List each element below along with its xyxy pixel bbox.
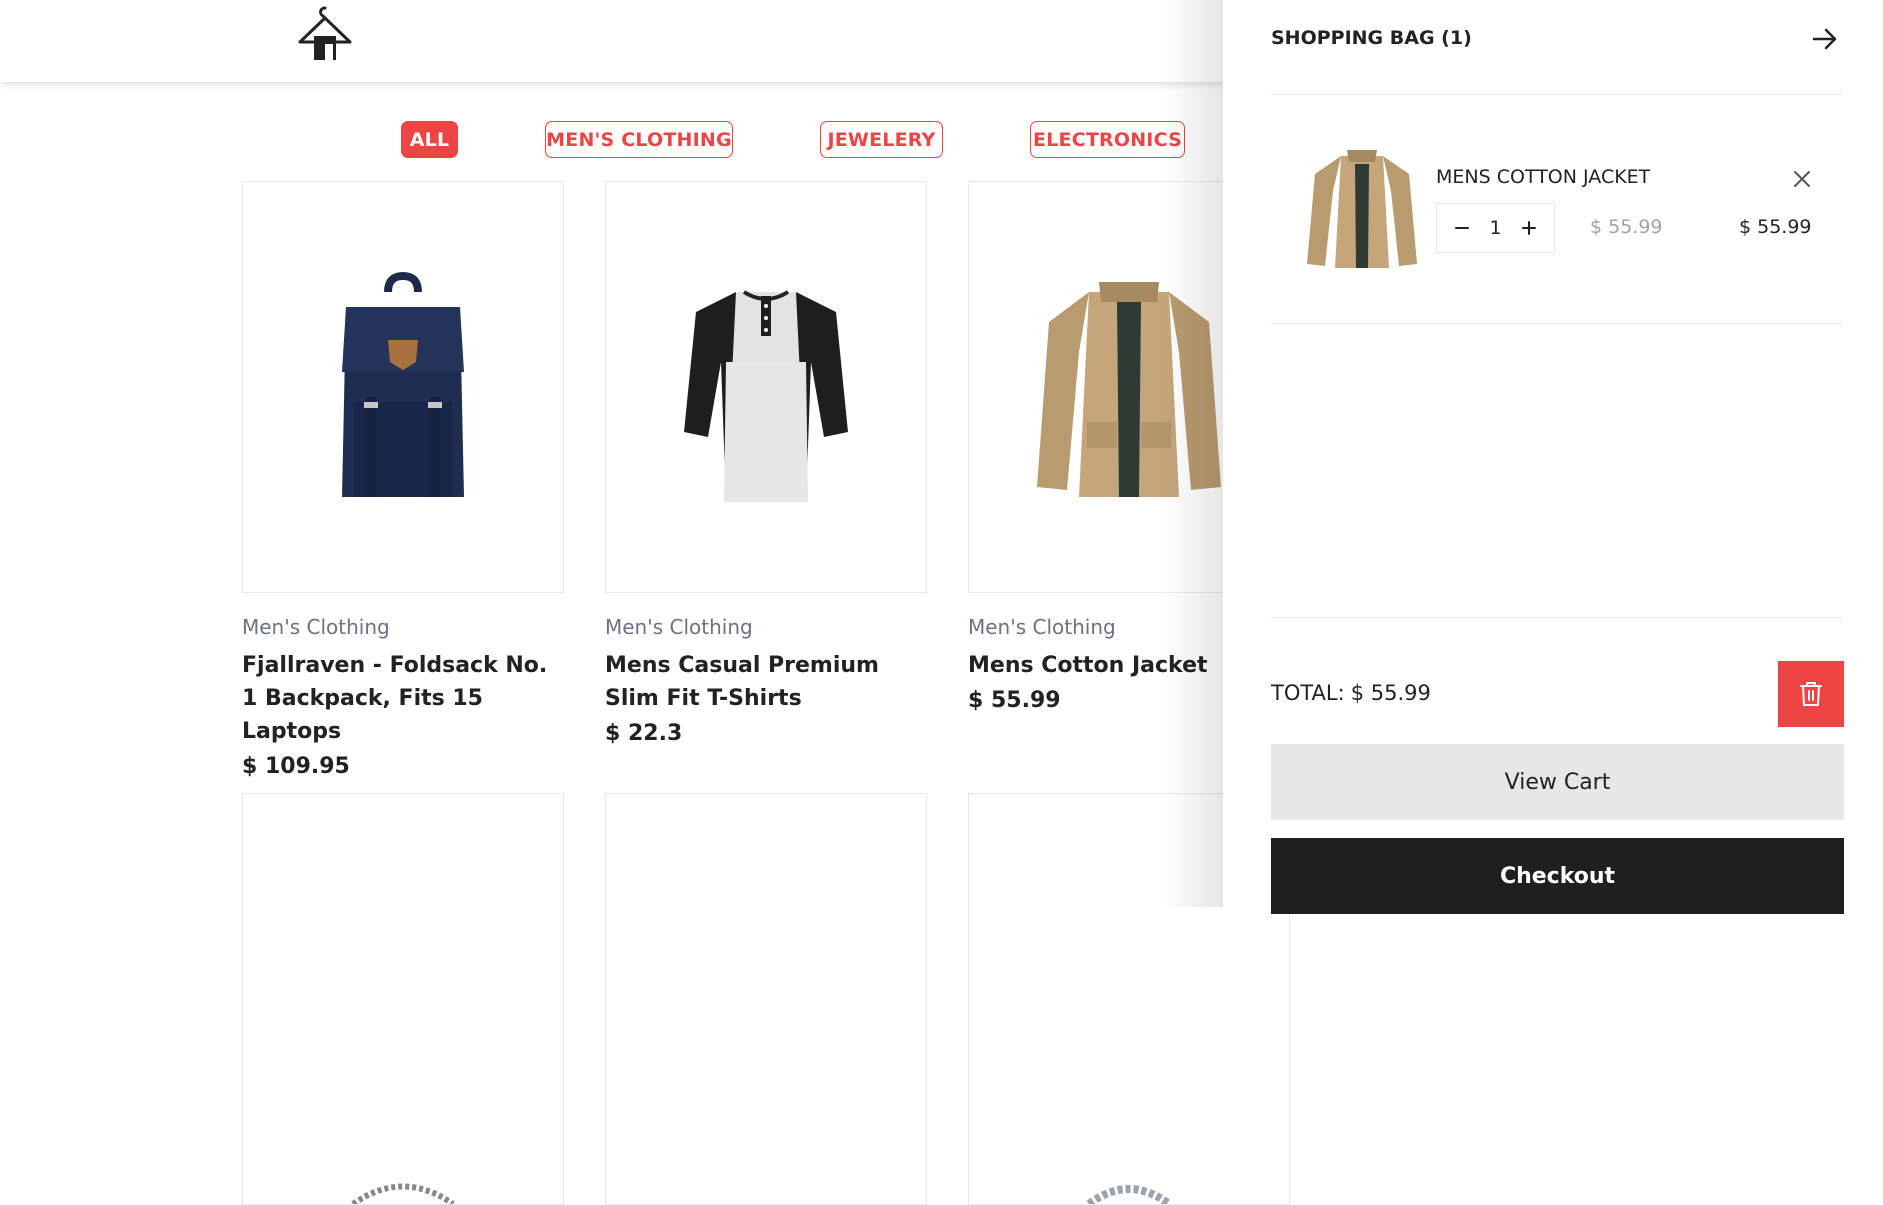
product-card[interactable] xyxy=(242,793,564,1205)
overlay-shadow xyxy=(1163,0,1223,907)
shopping-bag-panel: SHOPPING BAG (1) MENS COTTON JACKET 1 $ … xyxy=(1223,0,1883,914)
product-card[interactable] xyxy=(605,793,927,1205)
cart-item-unit-price: $ 55.99 xyxy=(1590,216,1663,238)
filter-mens-clothing[interactable]: MEN'S CLOTHING xyxy=(545,121,733,158)
filter-jewelery[interactable]: JEWELERY xyxy=(820,121,943,158)
filter-all[interactable]: ALL xyxy=(401,121,458,158)
shopping-bag-title: SHOPPING BAG (1) xyxy=(1271,27,1472,49)
checkout-button[interactable]: Checkout xyxy=(1271,838,1844,914)
cart-item-line-total: $ 55.99 xyxy=(1739,216,1812,238)
filter-electronics[interactable]: ELECTRONICS xyxy=(1030,121,1185,158)
clear-cart-button[interactable] xyxy=(1778,661,1844,727)
divider xyxy=(1271,323,1843,324)
minus-icon[interactable] xyxy=(1449,215,1475,241)
backpack-image[interactable] xyxy=(242,181,564,593)
total-label: TOTAL: xyxy=(1271,681,1345,705)
product-price: $ 22.3 xyxy=(605,721,683,746)
view-cart-button[interactable]: View Cart xyxy=(1271,744,1844,820)
plus-icon[interactable] xyxy=(1516,215,1542,241)
product-category: Men's Clothing xyxy=(605,615,753,639)
total-value: $ 55.99 xyxy=(1350,681,1431,705)
product-category: Men's Clothing xyxy=(242,615,390,639)
hanger-logo-icon[interactable] xyxy=(296,4,354,62)
quantity-value: 1 xyxy=(1489,217,1502,239)
category-filters: ALL MEN'S CLOTHING JEWELERY ELECTRONICS xyxy=(0,121,1223,161)
divider xyxy=(1271,94,1843,95)
product-card[interactable]: Men's Clothing Fjallraven - Foldsack No.… xyxy=(242,181,564,779)
product-title[interactable]: Mens Casual Premium Slim Fit T-Shirts xyxy=(605,649,927,715)
product-title[interactable]: Fjallraven - Foldsack No. 1 Backpack, Fi… xyxy=(242,649,564,748)
divider xyxy=(1271,617,1843,618)
product-card[interactable]: Men's Clothing Mens Casual Premium Slim … xyxy=(605,181,927,746)
trash-icon xyxy=(1800,682,1822,706)
product-price: $ 109.95 xyxy=(242,754,350,779)
product-image[interactable] xyxy=(605,793,927,1205)
arrow-right-icon[interactable] xyxy=(1808,22,1842,56)
cart-total: TOTAL: $ 55.99 xyxy=(1271,681,1431,705)
tshirt-image[interactable] xyxy=(605,181,927,593)
cart-item-image xyxy=(1303,146,1420,271)
product-image[interactable] xyxy=(242,793,564,1205)
quantity-stepper: 1 xyxy=(1436,203,1555,253)
cart-item-name[interactable]: MENS COTTON JACKET xyxy=(1436,166,1650,188)
close-icon[interactable] xyxy=(1789,166,1815,192)
